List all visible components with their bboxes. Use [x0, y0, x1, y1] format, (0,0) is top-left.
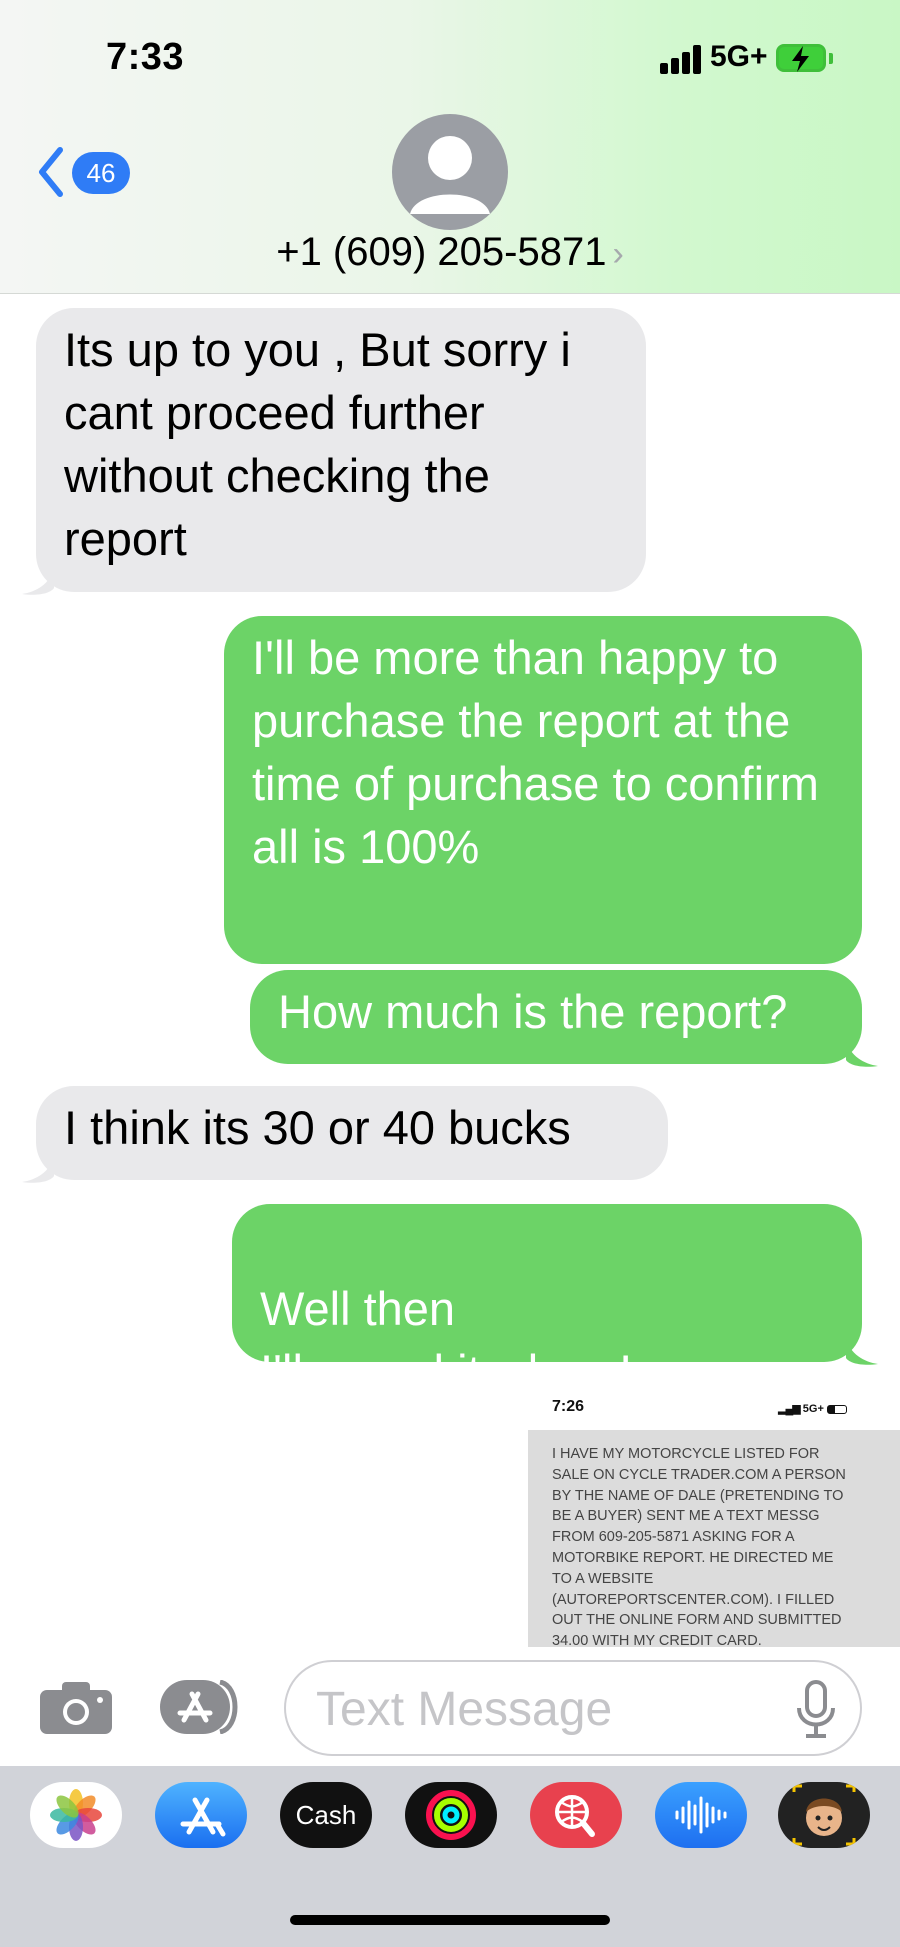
attachment-network: ▂▄▆ 5G+ [778, 1402, 847, 1415]
cellular-signal-icon [660, 44, 704, 74]
contact-number[interactable]: +1 (609) 205-5871 [276, 230, 606, 274]
battery-tip [829, 53, 833, 64]
activity-rings-icon[interactable] [405, 1782, 497, 1848]
message-text: I think its 30 or 40 bucks [64, 1101, 571, 1154]
camera-icon[interactable] [40, 1682, 112, 1734]
globe-search-icon[interactable] [530, 1782, 622, 1848]
message-sent[interactable]: I'll be more than happy to purchase the … [224, 616, 862, 964]
back-chevron-icon[interactable] [36, 146, 66, 198]
app-store-drawer-icon[interactable] [160, 1680, 248, 1734]
screenshot-attachment[interactable]: 7:26 ▂▄▆ 5G+ I HAVE MY MOTORCYCLE LISTED… [508, 1390, 900, 1647]
bubble-tail [22, 568, 54, 595]
contact-name[interactable]: +1 (609) 205-5871 › [0, 230, 900, 275]
attachment-status-time: 7:26 [552, 1398, 585, 1415]
memoji-icon[interactable] [778, 1782, 870, 1848]
microphone-icon[interactable] [796, 1680, 836, 1740]
status-time: 7:33 [106, 36, 185, 78]
unread-badge[interactable]: 46 [72, 152, 130, 194]
message-sent[interactable]: How much is the report? [250, 970, 862, 1064]
audio-waveform-icon[interactable] [655, 1782, 747, 1848]
report-text: I HAVE MY MOTORCYCLE LISTED FOR SALE ON … [552, 1446, 846, 1647]
message-received[interactable]: Its up to you , But sorry i cant proceed… [36, 308, 646, 592]
charging-bolt-icon [792, 46, 809, 72]
home-indicator[interactable] [290, 1915, 610, 1925]
attachment-report-text: I HAVE MY MOTORCYCLE LISTED FOR SALE ON … [528, 1430, 900, 1647]
apple-cash-icon[interactable]: Cash [280, 1782, 372, 1848]
app-store-icon[interactable] [155, 1782, 247, 1848]
network-type: 5G+ [710, 40, 768, 73]
conversation-header: 7:33 5G+ 46 +1 (609) 205-5871 › [0, 0, 900, 294]
message-received[interactable]: I think its 30 or 40 bucks [36, 1086, 668, 1180]
message-text: How much is the report? [278, 985, 788, 1038]
chevron-right-icon: › [612, 235, 624, 273]
message-sent[interactable]: Well then I'll spend it when I see ya [232, 1204, 862, 1398]
bubble-tail [846, 1040, 878, 1067]
contact-avatar[interactable] [392, 114, 508, 230]
message-input[interactable]: Text Message [284, 1660, 862, 1756]
bubble-tail [846, 1338, 878, 1365]
cash-label: Cash [295, 1800, 357, 1830]
message-placeholder: Text Message [316, 1683, 613, 1736]
message-text: Its up to you , But sorry i cant proceed… [64, 323, 571, 565]
bubble-tail [22, 1156, 54, 1183]
photos-icon[interactable] [30, 1782, 122, 1848]
message-composer: Text Message [0, 1648, 900, 1766]
message-text: Well then I'll spend it when I see ya [260, 1282, 784, 1398]
message-text: I'll be more than happy to purchase the … [252, 631, 819, 873]
